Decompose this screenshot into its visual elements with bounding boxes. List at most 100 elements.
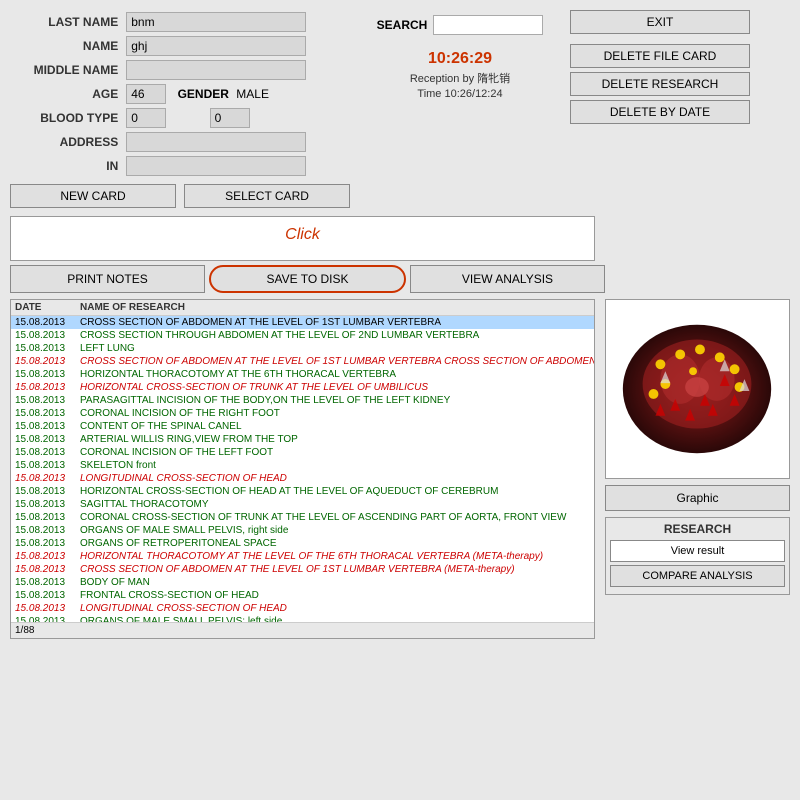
data-table-container[interactable]: DATE NAME OF RESEARCH 15.08.2013CROSS SE… xyxy=(10,299,595,639)
table-row[interactable]: 15.08.2013CROSS SECTION OF ABDOMEN AT TH… xyxy=(11,563,594,576)
name-input[interactable] xyxy=(126,36,306,56)
delete-research-button[interactable]: DELETE RESEARCH xyxy=(570,72,750,96)
time-display: 10:26:29 Reception by 隋牝销 Time 10:26/12:… xyxy=(410,50,510,100)
table-cell-date: 15.08.2013 xyxy=(11,524,76,537)
table-row[interactable]: 15.08.2013LONGITUDINAL CROSS-SECTION OF … xyxy=(11,602,594,615)
table-cell-date: 15.08.2013 xyxy=(11,381,76,394)
top-section: LAST NAME NAME MIDDLE NAME AGE GENDER xyxy=(10,10,790,208)
table-row[interactable]: 15.08.2013SAGITTAL THORACOTOMY xyxy=(11,498,594,511)
blood-type-input[interactable] xyxy=(126,108,166,128)
table-row[interactable]: 15.08.2013CROSS SECTION THROUGH ABDOMEN … xyxy=(11,329,594,342)
table-cell-name: LONGITUDINAL CROSS-SECTION OF HEAD xyxy=(76,472,594,485)
table-row[interactable]: 15.08.2013ORGANS OF MALE SMALL PELVIS, r… xyxy=(11,524,594,537)
page-indicator: 1/88 xyxy=(11,622,594,638)
new-card-button[interactable]: NEW CARD xyxy=(10,184,176,208)
select-card-button[interactable]: SELECT CARD xyxy=(184,184,350,208)
table-cell-name: ORGANS OF MALE SMALL PELVIS, right side xyxy=(76,524,594,537)
toolbar: PRINT NOTES SAVE TO DISK VIEW ANALYSIS xyxy=(10,265,790,293)
table-cell-name: FRONTAL CROSS-SECTION OF HEAD xyxy=(76,589,594,602)
table-cell-name: CORONAL INCISION OF THE LEFT FOOT xyxy=(76,446,594,459)
right-spacer xyxy=(605,216,790,261)
table-row[interactable]: 15.08.2013BODY OF MAN xyxy=(11,576,594,589)
table-cell-date: 15.08.2013 xyxy=(11,472,76,485)
col-name: NAME OF RESEARCH xyxy=(76,300,594,316)
center-section: SEARCH 10:26:29 Reception by 隋牝销 Time 10… xyxy=(360,10,560,208)
table-cell-date: 15.08.2013 xyxy=(11,355,76,368)
table-cell-name: LEFT LUNG xyxy=(76,342,594,355)
search-label: SEARCH xyxy=(377,18,428,32)
table-row[interactable]: 15.08.2013HORIZONTAL CROSS-SECTION OF TR… xyxy=(11,381,594,394)
graphic-button[interactable]: Graphic xyxy=(605,485,790,511)
table-cell-name: SKELETON front xyxy=(76,459,594,472)
table-cell-name: ORGANS OF RETROPERITONEAL SPACE xyxy=(76,537,594,550)
table-cell-name: BODY OF MAN xyxy=(76,576,594,589)
save-to-disk-button[interactable]: SAVE TO DISK xyxy=(209,265,406,293)
table-row[interactable]: 15.08.2013CONTENT OF THE SPINAL CANEL xyxy=(11,420,594,433)
table-row[interactable]: 15.08.2013CORONAL INCISION OF THE LEFT F… xyxy=(11,446,594,459)
last-name-input[interactable] xyxy=(126,12,306,32)
table-cell-date: 15.08.2013 xyxy=(11,446,76,459)
image-container xyxy=(605,299,790,479)
table-row[interactable]: 15.08.2013HORIZONTAL THORACOTOMY AT THE … xyxy=(11,368,594,381)
table-cell-name: CROSS SECTION OF ABDOMEN AT THE LEVEL OF… xyxy=(76,316,594,330)
table-cell-name: ARTERIAL WILLIS RING,VIEW FROM THE TOP xyxy=(76,433,594,446)
age-input[interactable] xyxy=(126,84,166,104)
table-cell-date: 15.08.2013 xyxy=(11,368,76,381)
table-row[interactable]: 15.08.2013ORGANS OF RETROPERITONEAL SPAC… xyxy=(11,537,594,550)
table-row[interactable]: 15.08.2013FRONTAL CROSS-SECTION OF HEAD xyxy=(11,589,594,602)
age-label: AGE xyxy=(10,82,122,106)
middle-name-input[interactable] xyxy=(126,60,306,80)
in-input[interactable] xyxy=(126,156,306,176)
table-cell-date: 15.08.2013 xyxy=(11,433,76,446)
table-row[interactable]: 15.08.2013CORONAL INCISION OF THE RIGHT … xyxy=(11,407,594,420)
table-cell-name: CORONAL CROSS-SECTION OF TRUNK AT THE LE… xyxy=(76,511,594,524)
table-cell-date: 15.08.2013 xyxy=(11,394,76,407)
reception-name: 隋牝销 xyxy=(477,73,510,85)
table-cell-date: 15.08.2013 xyxy=(11,576,76,589)
table-row[interactable]: 15.08.2013CROSS SECTION OF ABDOMEN AT TH… xyxy=(11,316,594,330)
table-row[interactable]: 15.08.2013ARTERIAL WILLIS RING,VIEW FROM… xyxy=(11,433,594,446)
delete-file-card-button[interactable]: DELETE FILE CARD xyxy=(570,44,750,68)
table-cell-date: 15.08.2013 xyxy=(11,589,76,602)
table-cell-date: 15.08.2013 xyxy=(11,563,76,576)
exit-button[interactable]: EXIT xyxy=(570,10,750,34)
gender-value: MALE xyxy=(236,87,269,101)
delete-by-date-button[interactable]: DELETE BY DATE xyxy=(570,100,750,124)
table-row[interactable]: 15.08.2013PARASAGITTAL INCISION OF THE B… xyxy=(11,394,594,407)
view-analysis-button[interactable]: VIEW ANALYSIS xyxy=(410,265,605,293)
view-result-button[interactable]: View result xyxy=(610,540,785,562)
table-cell-date: 15.08.2013 xyxy=(11,407,76,420)
table-cell-date: 15.08.2013 xyxy=(11,329,76,342)
last-name-label: LAST NAME xyxy=(10,10,122,34)
table-cell-name: CROSS SECTION OF ABDOMEN AT THE LEVEL OF… xyxy=(76,563,594,576)
table-cell-name: HORIZONTAL CROSS-SECTION OF TRUNK AT THE… xyxy=(76,381,594,394)
main-container: LAST NAME NAME MIDDLE NAME AGE GENDER xyxy=(0,0,800,800)
table-cell-date: 15.08.2013 xyxy=(11,511,76,524)
table-cell-date: 15.08.2013 xyxy=(11,459,76,472)
reception-label: Reception by xyxy=(410,73,474,85)
table-cell-date: 15.08.2013 xyxy=(11,498,76,511)
table-cell-date: 15.08.2013 xyxy=(11,316,76,330)
compare-analysis-button[interactable]: COMPARE ANALYSIS xyxy=(610,565,785,587)
table-cell-name: PARASAGITTAL INCISION OF THE BODY,ON THE… xyxy=(76,394,594,407)
table-row[interactable]: 15.08.2013HORIZONTAL THORACOTOMY AT THE … xyxy=(11,550,594,563)
table-row[interactable]: 15.08.2013SKELETON front xyxy=(11,459,594,472)
table-cell-name: LONGITUDINAL CROSS-SECTION OF HEAD xyxy=(76,602,594,615)
address-input[interactable] xyxy=(126,132,306,152)
search-input[interactable] xyxy=(433,15,543,35)
table-row[interactable]: 15.08.2013HORIZONTAL CROSS-SECTION OF HE… xyxy=(11,485,594,498)
right-buttons: EXIT DELETE FILE CARD DELETE RESEARCH DE… xyxy=(570,10,750,208)
table-row[interactable]: 15.08.2013CROSS SECTION OF ABDOMEN AT TH… xyxy=(11,355,594,368)
content-section: DATE NAME OF RESEARCH 15.08.2013CROSS SE… xyxy=(10,299,790,639)
col-date: DATE xyxy=(11,300,76,316)
table-cell-name: CROSS SECTION OF ABDOMEN AT THE LEVEL OF… xyxy=(76,355,594,368)
table-row[interactable]: 15.08.2013CORONAL CROSS-SECTION OF TRUNK… xyxy=(11,511,594,524)
table-cell-date: 15.08.2013 xyxy=(11,420,76,433)
patient-info: LAST NAME NAME MIDDLE NAME AGE GENDER xyxy=(10,10,350,208)
time-main: 10:26:29 xyxy=(410,50,510,68)
table-row[interactable]: 15.08.2013LONGITUDINAL CROSS-SECTION OF … xyxy=(11,472,594,485)
print-notes-button[interactable]: PRINT NOTES xyxy=(10,265,205,293)
blood-type-num-input[interactable] xyxy=(210,108,250,128)
table-cell-name: SAGITTAL THORACOTOMY xyxy=(76,498,594,511)
table-row[interactable]: 15.08.2013LEFT LUNG xyxy=(11,342,594,355)
